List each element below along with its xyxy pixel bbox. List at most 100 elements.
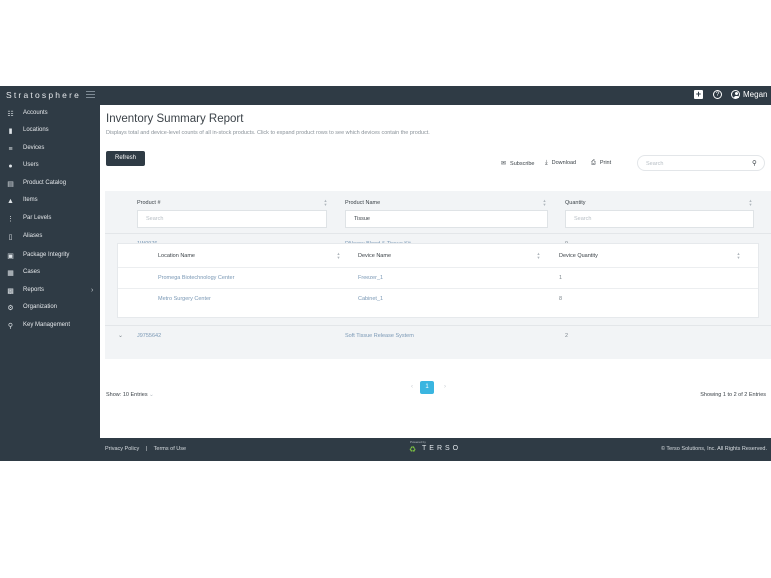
- sidebar-item-locations[interactable]: ▮ Locations: [0, 124, 100, 140]
- sort-icon[interactable]: ▲ ▼: [323, 199, 328, 208]
- sidebar-item-items[interactable]: ▲ Items: [0, 194, 100, 210]
- report-icon: ▩: [7, 288, 14, 295]
- copyright: © Terso Solutions, Inc. All Rights Reser…: [660, 446, 767, 452]
- column-header-quantity: Quantity: [565, 200, 586, 206]
- cogs-icon: ⚙: [7, 305, 14, 312]
- previous-page-icon[interactable]: ‹: [405, 381, 419, 394]
- privacy-policy-link[interactable]: Privacy Policy: [105, 446, 139, 452]
- user-avatar-icon[interactable]: [731, 90, 740, 99]
- search-input[interactable]: [646, 159, 746, 168]
- device-quantity: 1: [559, 275, 563, 281]
- catalog-icon: ▤: [7, 181, 14, 188]
- column-header-device-name: Device Name: [358, 253, 392, 259]
- column-header-product-number: Product #: [137, 200, 161, 206]
- sidebar-item-aliases[interactable]: ▯ Aliases: [0, 230, 100, 246]
- chevron-right-icon: ›: [91, 287, 94, 294]
- report-table: Product # ▲ ▼ Product Name ▲ ▼ Quantity ▲ ▼…: [105, 191, 771, 359]
- envelope-icon: ✉: [501, 161, 507, 167]
- sidebar-item-accounts[interactable]: ☷ Accounts: [0, 107, 100, 123]
- sidebar-item-label: Users: [23, 162, 39, 168]
- sidebar: ☷ Accounts ▮ Locations ≡ Devices ● Users…: [0, 105, 100, 461]
- sidebar-item-label: Accounts: [23, 110, 48, 116]
- print-label: Print: [599, 160, 612, 166]
- building-icon: ▮: [8, 128, 13, 135]
- sort-icon[interactable]: ▲ ▼: [336, 252, 341, 261]
- product-number-filter[interactable]: [137, 210, 327, 228]
- subscribe-button[interactable]: ✉ Subscribe: [501, 160, 535, 167]
- sort-icon[interactable]: ▲ ▼: [736, 252, 741, 261]
- table-row: Metro Surgery Center Cabinet_1 8: [118, 288, 758, 309]
- location-name[interactable]: Promega Biotechnology Center: [158, 275, 234, 281]
- terso-logo-icon: ♻: [409, 445, 417, 454]
- sidebar-item-users[interactable]: ● Users: [0, 159, 100, 175]
- cubes-icon: ▲: [7, 198, 14, 205]
- terms-of-use-link[interactable]: Terms of Use: [154, 446, 186, 452]
- show-label: Show:: [106, 392, 122, 398]
- add-icon[interactable]: +: [694, 90, 703, 99]
- sidebar-item-label: Key Management: [23, 322, 71, 328]
- print-button[interactable]: ⎙ Print: [591, 160, 611, 167]
- help-icon[interactable]: ?: [713, 90, 722, 99]
- pagination-summary: Showing 1 to 2 of 2 Entries: [700, 392, 766, 398]
- product-name-filter[interactable]: [345, 210, 548, 228]
- powered-by-label: Powered by: [410, 440, 426, 444]
- sidebar-item-devices[interactable]: ≡ Devices: [0, 142, 100, 158]
- brand-name: Stratosphere: [6, 90, 82, 100]
- subscribe-label: Subscribe: [510, 161, 535, 167]
- sidebar-item-label: Locations: [23, 127, 49, 133]
- sidebar-item-cases[interactable]: ▦ Cases: [0, 266, 100, 282]
- page-title: Inventory Summary Report: [106, 113, 244, 125]
- footer-separator: |: [145, 446, 148, 452]
- page-description: Displays total and device-level counts o…: [106, 130, 430, 136]
- sidebar-item-par-levels[interactable]: ⋮ Par Levels: [0, 212, 100, 228]
- sidebar-item-label: Organization: [23, 304, 58, 310]
- key-icon: ⚲: [7, 323, 14, 330]
- package-icon: ▣: [7, 253, 14, 260]
- sidebar-item-label: Devices: [23, 145, 45, 151]
- search-icon[interactable]: ⚲: [752, 159, 757, 167]
- product-number[interactable]: J9755642: [137, 333, 161, 339]
- chevron-down-icon[interactable]: ⌄: [118, 332, 123, 339]
- print-icon: ⎙: [591, 160, 596, 166]
- sidebar-item-product-catalog[interactable]: ▤ Product Catalog: [0, 177, 100, 193]
- entries-selector: Show: 10 Entries ⌄: [106, 392, 154, 398]
- sidebar-item-label: Items: [23, 197, 38, 203]
- device-quantity: 8: [559, 296, 563, 302]
- device-name[interactable]: Freezer_1: [358, 275, 383, 281]
- quantity-filter[interactable]: [565, 210, 754, 228]
- sort-icon[interactable]: ▲ ▼: [748, 199, 753, 208]
- column-header-device-quantity: Device Quantity: [559, 253, 598, 259]
- table-row[interactable]: ⌄ J9755642 Soft Tissue Release System 2: [105, 325, 771, 345]
- product-name[interactable]: Soft Tissue Release System: [345, 333, 414, 339]
- sidebar-item-label: Cases: [23, 269, 41, 275]
- calendar-icon: ▦: [7, 270, 14, 277]
- users-icon: ●: [8, 163, 13, 170]
- sidebar-item-key-management[interactable]: ⚲ Key Management: [0, 319, 100, 335]
- footer: Privacy Policy | Terms of Use Powered by…: [100, 438, 771, 461]
- device-name[interactable]: Cabinet_1: [358, 296, 383, 302]
- sidebar-item-label: Package Integrity: [23, 252, 70, 258]
- next-page-icon[interactable]: ›: [438, 381, 452, 394]
- sidebar-item-reports[interactable]: ▩ Reports ›: [0, 284, 100, 300]
- sidebar-item-label: Aliases: [23, 233, 43, 239]
- levels-icon: ⋮: [7, 216, 14, 223]
- download-button[interactable]: ⤓ Download: [545, 160, 576, 167]
- product-quantity: 2: [565, 333, 569, 339]
- refresh-button[interactable]: Refresh: [106, 151, 145, 166]
- sidebar-item-package-integrity[interactable]: ▣ Package Integrity: [0, 249, 100, 265]
- menu-toggle-icon[interactable]: [86, 89, 95, 98]
- table-row: Promega Biotechnology Center Freezer_1 1: [118, 267, 758, 288]
- entries-dropdown[interactable]: 10 Entries ⌄: [123, 392, 154, 398]
- mobile-icon: ▯: [8, 234, 13, 241]
- sidebar-item-label: Reports: [23, 287, 45, 293]
- sidebar-item-organization[interactable]: ⚙ Organization: [0, 301, 100, 317]
- location-name[interactable]: Metro Surgery Center: [158, 296, 211, 302]
- rss-icon: ≡: [8, 146, 13, 153]
- footer-links: Privacy Policy | Terms of Use: [105, 446, 186, 452]
- sort-icon[interactable]: ▲ ▼: [542, 199, 547, 208]
- page-button[interactable]: 1: [420, 381, 434, 394]
- terso-logo: TERSO: [422, 445, 462, 452]
- user-name[interactable]: Megan: [743, 90, 767, 99]
- chevron-down-icon: ⌄: [149, 392, 154, 398]
- sort-icon[interactable]: ▲ ▼: [536, 252, 541, 261]
